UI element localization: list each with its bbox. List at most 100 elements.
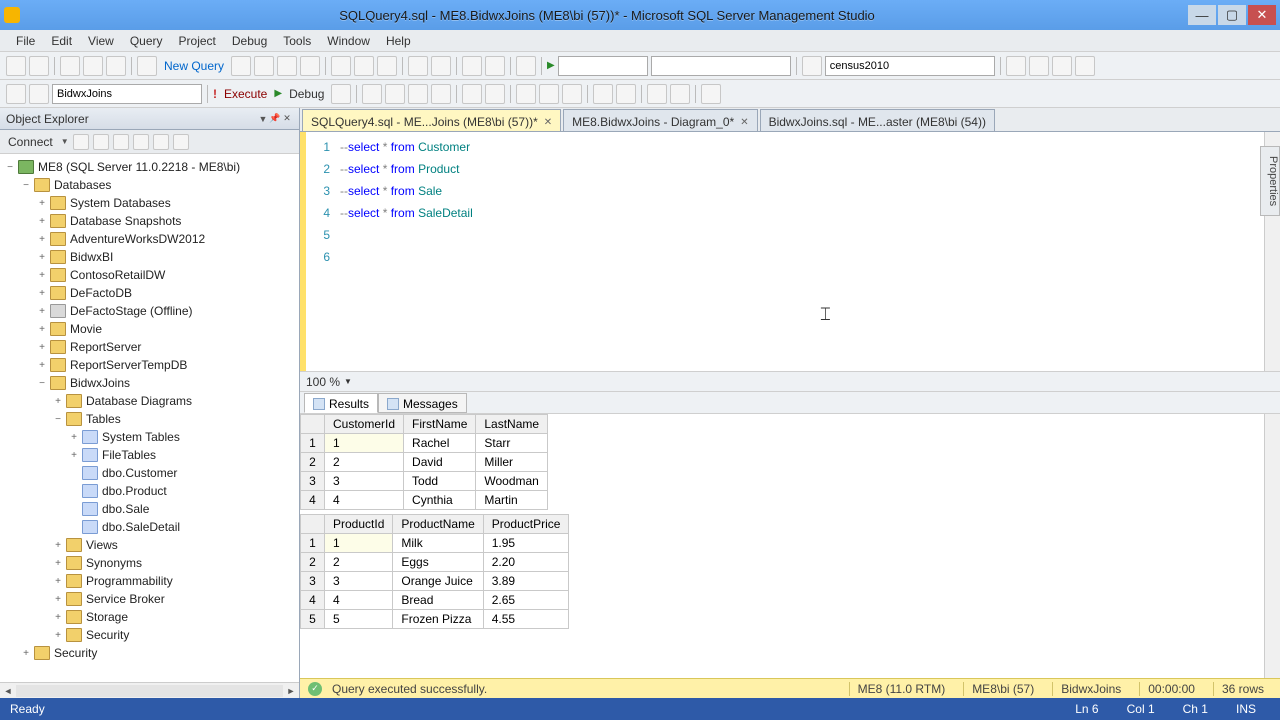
cut-button[interactable] (331, 56, 351, 76)
tree-server[interactable]: −ME8 (SQL Server 11.0.2218 - ME8\bi) (0, 158, 299, 176)
messages-tab[interactable]: Messages (378, 393, 467, 413)
expand-icon[interactable]: + (52, 630, 64, 641)
table-row[interactable]: 44CynthiaMartin (301, 491, 548, 510)
tree-sysdb[interactable]: +System Databases (0, 194, 299, 212)
menu-help[interactable]: Help (378, 32, 419, 50)
expand-icon[interactable]: + (52, 576, 64, 587)
change-connection-button[interactable] (6, 84, 26, 104)
table-row[interactable]: 55Frozen Pizza4.55 (301, 610, 569, 629)
col-header[interactable]: ProductId (325, 515, 393, 534)
dmx-query-button[interactable] (300, 56, 320, 76)
include-stats-button[interactable] (485, 84, 505, 104)
object-explorer-header[interactable]: Object Explorer ▼ 📌 ✕ (0, 108, 299, 130)
comment-button[interactable] (593, 84, 613, 104)
new-query-button[interactable]: New Query (160, 59, 228, 73)
tb1-extra1[interactable] (1006, 56, 1026, 76)
table-row[interactable]: 33Orange Juice3.89 (301, 572, 569, 591)
expand-icon[interactable]: − (4, 162, 16, 173)
expand-icon[interactable]: + (20, 648, 32, 659)
expand-icon[interactable]: + (36, 306, 48, 317)
expand-icon[interactable]: + (36, 360, 48, 371)
nav-fwd-button[interactable] (485, 56, 505, 76)
pin-icon[interactable]: 📌 (269, 113, 281, 124)
estimated-plan-button[interactable] (385, 84, 405, 104)
expand-icon[interactable]: + (52, 558, 64, 569)
expand-icon[interactable]: + (36, 216, 48, 227)
tab-close-icon[interactable]: ✕ (740, 117, 748, 128)
tree-databases[interactable]: −Databases (0, 176, 299, 194)
tb1-extra4[interactable] (1075, 56, 1095, 76)
minimize-button[interactable]: — (1188, 5, 1216, 25)
tree-table-3[interactable]: dbo.Product (0, 482, 299, 500)
filter-icon[interactable] (133, 134, 149, 150)
tree-db-2[interactable]: +ContosoRetailDW (0, 266, 299, 284)
tree-db-8[interactable]: −BidwxJoins (0, 374, 299, 392)
oe-tool-3[interactable] (113, 134, 129, 150)
col-header[interactable]: CustomerId (325, 415, 404, 434)
col-header[interactable]: FirstName (404, 415, 476, 434)
expand-icon[interactable]: + (36, 324, 48, 335)
menu-window[interactable]: Window (319, 32, 378, 50)
expand-icon[interactable]: + (68, 432, 80, 443)
menu-query[interactable]: Query (122, 32, 171, 50)
tb1-extra3[interactable] (1052, 56, 1072, 76)
specify-values-button[interactable] (701, 84, 721, 104)
tree-db-6[interactable]: +ReportServer (0, 338, 299, 356)
menu-edit[interactable]: Edit (43, 32, 80, 50)
tree-diagrams[interactable]: +Database Diagrams (0, 392, 299, 410)
new-query-icon[interactable] (137, 56, 157, 76)
expand-icon[interactable]: − (20, 180, 32, 191)
save-all-button[interactable] (106, 56, 126, 76)
outdent-button[interactable] (670, 84, 690, 104)
expand-icon[interactable]: + (52, 396, 64, 407)
available-db-icon[interactable] (29, 84, 49, 104)
cancel-query-button[interactable] (331, 84, 351, 104)
parse-button[interactable] (362, 84, 382, 104)
tree-tables[interactable]: −Tables (0, 410, 299, 428)
start-icon[interactable]: ▶ (547, 60, 555, 71)
undo-button[interactable] (408, 56, 428, 76)
tree-snapshots[interactable]: +Database Snapshots (0, 212, 299, 230)
database-combo[interactable] (52, 84, 202, 104)
expand-icon[interactable]: + (68, 450, 80, 461)
oe-dropdown-icon[interactable]: ▼ (257, 114, 269, 124)
redo-button[interactable] (431, 56, 451, 76)
doc-tab-2[interactable]: BidwxJoins.sql - ME...aster (ME8\bi (54)… (760, 109, 995, 131)
tree-bj-2[interactable]: +Programmability (0, 572, 299, 590)
zoom-combo[interactable]: 100 % (306, 375, 340, 389)
close-button[interactable]: ✕ (1248, 5, 1276, 25)
analysis-query-button[interactable] (254, 56, 274, 76)
save-button[interactable] (83, 56, 103, 76)
expand-icon[interactable]: − (52, 414, 64, 425)
table-row[interactable]: 11Milk1.95 (301, 534, 569, 553)
menu-project[interactable]: Project (171, 32, 224, 50)
results-grid-button[interactable] (539, 84, 559, 104)
tree-db-4[interactable]: +DeFactoStage (Offline) (0, 302, 299, 320)
tree-bj-5[interactable]: +Security (0, 626, 299, 644)
tree-bj-1[interactable]: +Synonyms (0, 554, 299, 572)
table-row[interactable]: 22Eggs2.20 (301, 553, 569, 572)
db-engine-query-button[interactable] (231, 56, 251, 76)
tree-table-1[interactable]: +FileTables (0, 446, 299, 464)
nav-back-button[interactable] (462, 56, 482, 76)
expand-icon[interactable]: + (36, 288, 48, 299)
tree-db-3[interactable]: +DeFactoDB (0, 284, 299, 302)
expand-icon[interactable]: + (52, 594, 64, 605)
maximize-button[interactable]: ▢ (1218, 5, 1246, 25)
results-scrollbar[interactable] (1264, 414, 1280, 678)
tab-close-icon[interactable]: ✕ (544, 117, 552, 128)
uncomment-button[interactable] (616, 84, 636, 104)
find-combo[interactable] (558, 56, 648, 76)
menu-debug[interactable]: Debug (224, 32, 275, 50)
open-file-button[interactable] (60, 56, 80, 76)
tree-db-7[interactable]: +ReportServerTempDB (0, 356, 299, 374)
tree-bj-3[interactable]: +Service Broker (0, 590, 299, 608)
sql-editor[interactable]: 123456 --select * from Customer--select … (300, 132, 1280, 372)
new-project-button[interactable] (6, 56, 26, 76)
oe-hscrollbar[interactable]: ◄► (0, 682, 299, 698)
results-text-button[interactable] (516, 84, 536, 104)
oe-tool-1[interactable] (73, 134, 89, 150)
tree-db-0[interactable]: +AdventureWorksDW2012 (0, 230, 299, 248)
query-options-button[interactable] (408, 84, 428, 104)
tree-bj-0[interactable]: +Views (0, 536, 299, 554)
